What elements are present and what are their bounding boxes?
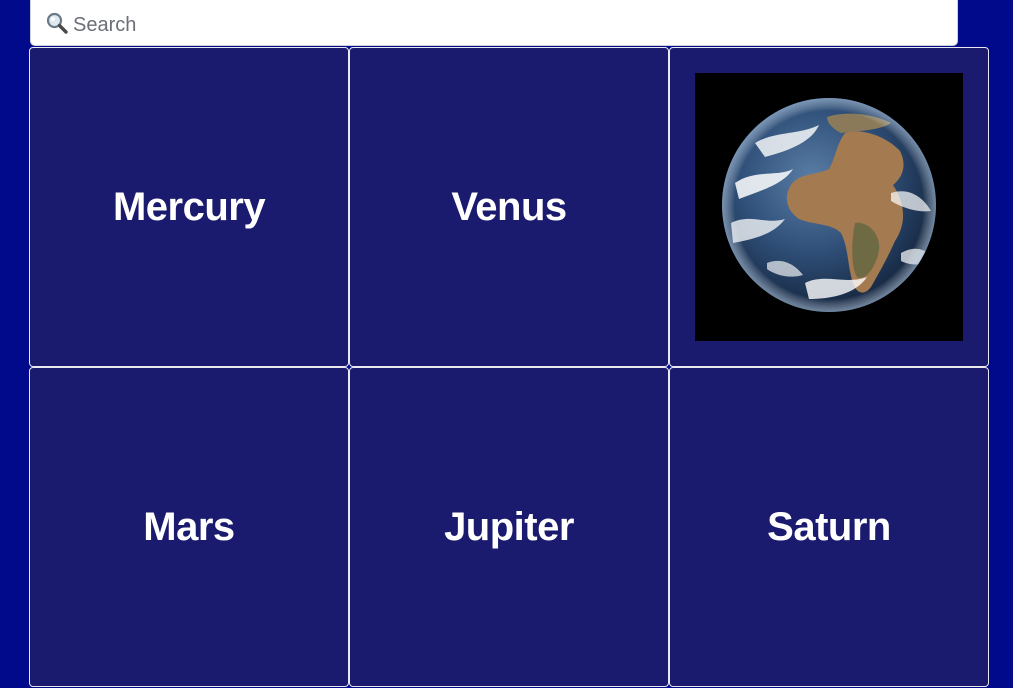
planet-tile-mercury[interactable]: Mercury [29,47,349,367]
search-input[interactable] [73,9,933,41]
planet-tile-earth[interactable] [669,47,989,367]
planet-label: Venus [451,184,567,229]
planet-tile-jupiter[interactable]: Jupiter [349,367,669,687]
planet-label: Mars [143,504,235,549]
search-icon [45,11,69,35]
earth-image [695,73,963,341]
planet-tile-saturn[interactable]: Saturn [669,367,989,687]
planet-tile-venus[interactable]: Venus [349,47,669,367]
planet-tile-mars[interactable]: Mars [29,367,349,687]
planet-label: Saturn [767,504,891,549]
planet-label: Mercury [112,184,266,229]
search-bar[interactable] [30,0,958,46]
planet-grid: Mercury Venus Mars Jupiter Saturn [29,47,989,688]
planet-label: Jupiter [444,504,574,549]
